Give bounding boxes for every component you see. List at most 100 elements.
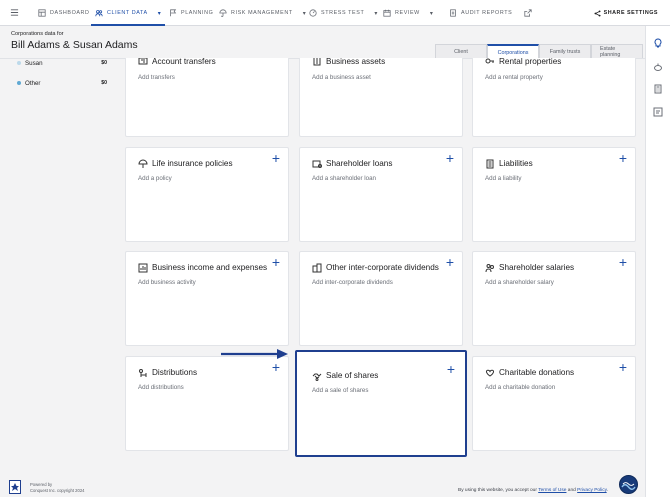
nav-risk-management[interactable]: Risk management ▾ bbox=[219, 0, 306, 26]
card-title: Business assets bbox=[326, 57, 386, 66]
nav-review[interactable]: Review ▾ bbox=[383, 0, 434, 26]
legend-dot bbox=[17, 81, 21, 85]
card-shareholder-salaries[interactable]: Shareholder salaries Add a shareholder s… bbox=[472, 251, 636, 346]
card-subtitle: Add a liability bbox=[485, 175, 522, 182]
card-title: Charitable donations bbox=[499, 368, 575, 377]
nav-label: Planning bbox=[181, 10, 214, 16]
add-button[interactable]: + bbox=[444, 255, 456, 269]
nav-audit-reports[interactable]: Audit reports bbox=[449, 0, 532, 26]
lightbulb-icon[interactable] bbox=[653, 38, 663, 48]
card-subtitle: Add a policy bbox=[138, 175, 172, 182]
nav-label: Dashboard bbox=[50, 10, 90, 16]
sidebar-item-susan[interactable]: Susan $0 bbox=[17, 58, 107, 68]
right-tool-rail bbox=[645, 26, 670, 497]
card-title: Life insurance policies bbox=[152, 159, 233, 168]
card-title: Rental properties bbox=[499, 57, 562, 66]
sidebar-item-amount: $0 bbox=[101, 60, 107, 66]
add-button[interactable]: + bbox=[617, 151, 629, 165]
nav-stress-test[interactable]: Stress test ▾ bbox=[309, 0, 378, 26]
card-subtitle: Add a shareholder loan bbox=[312, 175, 376, 182]
nav-planning[interactable]: Planning bbox=[169, 0, 213, 26]
sidebar-item-amount: $0 bbox=[101, 80, 107, 86]
flag-icon bbox=[170, 9, 177, 17]
wave-logo-icon bbox=[621, 482, 636, 490]
chevron-down-icon[interactable]: ▾ bbox=[430, 10, 434, 17]
distribution-icon bbox=[139, 369, 147, 377]
share-icon bbox=[594, 9, 601, 17]
copyright-line: Conquest Inc. copyright 2024 bbox=[30, 487, 85, 493]
tab-client[interactable]: Client bbox=[435, 44, 487, 59]
top-navigation: Dashboard Client data ▾ Planning Risk ma… bbox=[0, 0, 670, 26]
add-button[interactable]: + bbox=[444, 151, 456, 165]
chevron-down-icon[interactable]: ▾ bbox=[158, 10, 162, 17]
umbrella-hand-icon bbox=[138, 159, 148, 168]
legal-notice: By using this website, you accept our Te… bbox=[458, 488, 608, 493]
ledger-icon bbox=[486, 159, 494, 169]
grid-icon bbox=[38, 9, 46, 17]
umbrella-icon bbox=[219, 9, 227, 17]
card-title: Other inter-corporate dividends bbox=[326, 263, 439, 272]
card-title: Distributions bbox=[152, 368, 198, 377]
card-business-income-and-expenses[interactable]: Business income and expenses Add busines… bbox=[125, 251, 289, 346]
terms-of-use-link[interactable]: Terms of Use bbox=[538, 488, 566, 493]
pointer-arrow-icon bbox=[221, 349, 288, 359]
nav-client-data[interactable]: Client data ▾ bbox=[90, 0, 166, 26]
card-subtitle: Add a business asset bbox=[312, 74, 371, 81]
card-life-insurance-policies[interactable]: Life insurance policies Add a policy + bbox=[125, 147, 289, 242]
client-name-title: Bill Adams & Susan Adams bbox=[11, 39, 138, 51]
card-subtitle: Add transfers bbox=[138, 74, 175, 81]
dividend-icon bbox=[312, 263, 322, 273]
handshake-icon bbox=[312, 373, 322, 381]
privacy-policy-link[interactable]: Privacy Policy bbox=[577, 488, 607, 493]
add-button[interactable]: + bbox=[270, 255, 282, 269]
card-sale-of-shares[interactable]: Sale of shares Add a sale of shares + bbox=[295, 350, 467, 457]
gauge-icon bbox=[309, 9, 317, 17]
card-charitable-donations[interactable]: Charitable donations Add a charitable do… bbox=[472, 356, 636, 451]
calendar-icon bbox=[383, 9, 391, 17]
share-settings-button[interactable]: SHARE SETTINGS bbox=[594, 0, 658, 26]
card-liabilities[interactable]: Liabilities Add a liability + bbox=[472, 147, 636, 242]
add-button[interactable]: + bbox=[445, 362, 457, 376]
nav-dashboard[interactable]: Dashboard bbox=[38, 0, 90, 26]
card-distributions[interactable]: Distributions Add distributions + bbox=[125, 356, 289, 451]
sidebar-item-label: Susan bbox=[25, 59, 43, 67]
chevron-down-icon[interactable]: ▾ bbox=[303, 10, 307, 17]
legal-and: and bbox=[567, 488, 576, 493]
nav-label: Review bbox=[395, 10, 420, 16]
add-button[interactable]: + bbox=[270, 360, 282, 374]
users-icon bbox=[95, 10, 103, 17]
card-subtitle: Add business activity bbox=[138, 279, 196, 286]
assistant-button[interactable] bbox=[619, 475, 638, 494]
card-title: Shareholder loans bbox=[326, 159, 393, 168]
card-subtitle: Add inter-corporate dividends bbox=[312, 279, 393, 286]
tab-estate-planning[interactable]: Estate planning bbox=[591, 44, 643, 59]
donation-icon bbox=[485, 369, 495, 377]
card-subtitle: Add a rental property bbox=[485, 74, 543, 81]
card-subtitle: Add a shareholder salary bbox=[485, 279, 554, 286]
piggy-bank-icon[interactable] bbox=[653, 62, 663, 72]
notes-icon[interactable] bbox=[653, 107, 663, 117]
card-title: Shareholder salaries bbox=[499, 263, 575, 272]
external-link-icon[interactable] bbox=[524, 9, 532, 17]
sidebar-item-other[interactable]: Other $0 bbox=[17, 78, 107, 88]
card-shareholder-loans[interactable]: Shareholder loans Add a shareholder loan… bbox=[299, 147, 463, 242]
nav-label: Client data bbox=[107, 10, 148, 16]
add-button[interactable]: + bbox=[617, 255, 629, 269]
nav-label: Audit reports bbox=[461, 10, 513, 16]
add-button[interactable]: + bbox=[617, 360, 629, 374]
chevron-down-icon[interactable]: ▾ bbox=[374, 10, 378, 17]
hamburger-menu-icon[interactable] bbox=[10, 8, 19, 17]
card-title: Account transfers bbox=[152, 57, 216, 66]
tab-corporations[interactable]: Corporations bbox=[487, 44, 539, 59]
report-icon bbox=[450, 9, 456, 17]
loan-icon bbox=[312, 160, 322, 168]
income-icon bbox=[138, 263, 148, 273]
add-button[interactable]: + bbox=[270, 151, 282, 165]
card-title: Business income and expenses bbox=[152, 263, 268, 272]
card-account-transfers[interactable]: Account transfers Add transfers bbox=[125, 57, 289, 137]
tab-family-trusts[interactable]: Family trusts bbox=[539, 44, 591, 59]
entity-tabs: Client Corporations Family trusts Estate… bbox=[435, 44, 643, 59]
calculator-icon[interactable] bbox=[653, 84, 663, 94]
card-subtitle: Add distributions bbox=[138, 384, 184, 391]
card-other-inter-corporate-dividends[interactable]: Other inter-corporate dividends Add inte… bbox=[299, 251, 463, 346]
